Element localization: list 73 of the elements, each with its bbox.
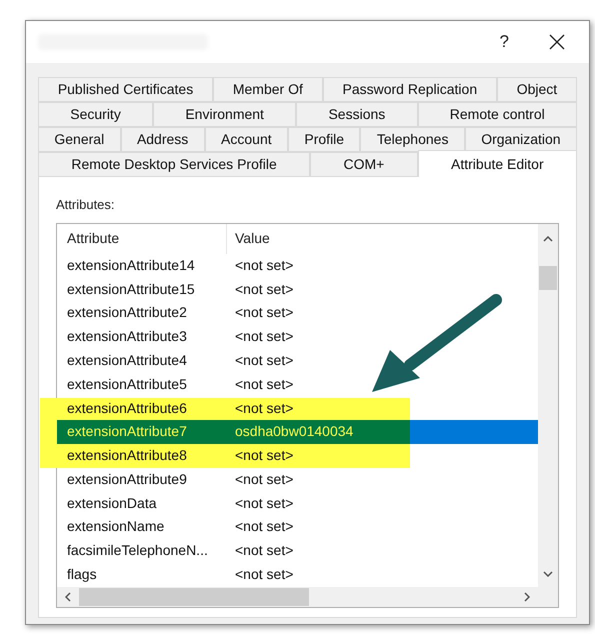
tab[interactable]: Object [496,77,578,102]
help-button[interactable]: ? [500,29,509,55]
attribute-name: extensionAttribute15 [66,280,196,299]
list-row[interactable]: extensionData <not set> [57,491,538,516]
attribute-name: extensionAttribute4 [66,351,188,370]
attribute-value: <not set> [234,494,294,513]
attribute-value: <not set> [234,303,294,322]
attribute-name: facsimileTelephoneN... [66,541,209,560]
attribute-value: <not set> [234,398,294,418]
attribute-value: <not set> [234,374,294,394]
attribute-name: extensionAttribute2 [66,303,188,322]
chevron-up-icon[interactable] [543,236,553,242]
attribute-name: extensionAttribute3 [66,327,188,346]
arrow-icon [372,294,502,392]
chevron-left-icon[interactable] [65,592,71,602]
attribute-value: <not set> [234,517,294,536]
list-row[interactable]: extensionAttribute5 <not set> [57,372,538,396]
tab[interactable]: Password Replication [322,77,497,102]
tab[interactable]: Security [38,102,154,127]
list-row[interactable]: extensionAttribute9 <not set> [57,468,538,492]
tab[interactable]: Remote Desktop Services Profile [38,152,310,177]
list-row[interactable]: facsimileTelephoneN... <not set> [57,538,538,563]
tab[interactable]: Attribute Editor [418,150,577,177]
scrollbar-thumb[interactable] [79,588,309,606]
close-icon[interactable] [549,34,565,50]
attribute-name: extensionData [66,494,158,513]
attribute-value: <not set> [234,256,294,275]
tab[interactable]: Address [120,127,205,152]
attribute-value: <not set> [234,351,294,370]
attribute-value: osdha0bw0140034 [234,422,354,442]
horizontal-scrollbar[interactable] [57,586,558,606]
list-row[interactable]: extensionAttribute2 <not set> [57,301,538,325]
column-header[interactable]: Value [227,224,538,254]
attribute-name: extensionAttribute8 [66,446,188,466]
tab[interactable]: General [38,127,121,152]
scrollbar-thumb[interactable] [539,266,557,290]
vertical-scrollbar[interactable] [538,224,558,586]
attribute-name: extensionAttribute9 [66,470,188,489]
list-row[interactable]: extensionAttribute14 <not set> [57,254,538,278]
attribute-value: <not set> [234,327,294,346]
attribute-name: extensionAttribute6 [66,398,188,418]
list-row[interactable]: extensionAttribute15 <not set> [57,277,538,302]
list-row[interactable]: extensionAttribute4 <not set> [57,348,538,372]
tab[interactable]: Telephones [360,127,465,152]
attribute-name: flags [66,565,98,584]
list-row[interactable]: flags <not set> [57,562,538,586]
list-row[interactable]: extensionName <not set> [57,515,538,539]
tab[interactable]: Account [204,127,288,152]
chevron-right-icon[interactable] [524,592,530,602]
list-row[interactable]: extensionAttribute6 <not set> [57,396,538,420]
attribute-name: extensionAttribute7 [66,422,188,442]
tab[interactable]: Organization [464,127,577,152]
list-row[interactable]: extensionAttribute8 <not set> [57,444,538,468]
attribute-value: <not set> [234,280,294,299]
list-row[interactable]: extensionAttribute7 osdha0bw0140034 [57,420,538,444]
tab[interactable]: Sessions [296,102,418,127]
tab[interactable]: COM+ [310,152,418,177]
tab[interactable]: Remote control [418,102,577,127]
attribute-value: <not set> [234,446,294,466]
attribute-name: extensionAttribute5 [66,374,188,394]
attribute-value: <not set> [234,470,294,489]
tab[interactable]: Environment [153,102,296,127]
attribute-value: <not set> [234,541,294,560]
chevron-down-icon[interactable] [543,570,553,576]
attribute-value: <not set> [234,565,294,584]
attribute-name: extensionAttribute14 [66,256,196,275]
list-row[interactable]: extensionAttribute3 <not set> [57,324,538,349]
tab[interactable]: Published Certificates [38,77,214,102]
column-header[interactable]: Attribute [57,224,227,254]
tab[interactable]: Profile [288,127,360,152]
attribute-name: extensionName [66,517,166,536]
tab[interactable]: Member Of [213,77,323,102]
attributes-label: Attributes: [56,196,116,214]
